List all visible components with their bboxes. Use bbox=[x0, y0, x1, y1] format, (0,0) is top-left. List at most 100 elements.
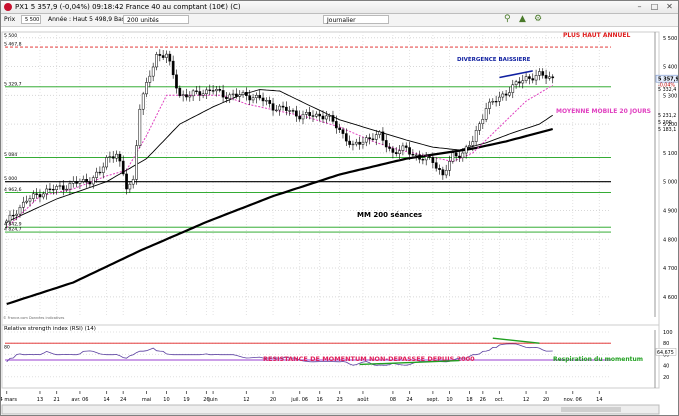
candle-body bbox=[268, 100, 272, 104]
candle-body bbox=[311, 115, 315, 117]
scrollbar-thumb[interactable] bbox=[561, 407, 621, 412]
candle-body bbox=[211, 90, 215, 92]
x-tick-label: 14 bbox=[103, 397, 109, 403]
candle-body bbox=[181, 94, 185, 97]
candle-body bbox=[548, 76, 551, 79]
candle-body bbox=[68, 183, 72, 190]
price-tick-label: 5 100 bbox=[663, 151, 677, 157]
close-icon[interactable]: ✕ bbox=[665, 2, 674, 11]
x-tick-label: 24 bbox=[120, 397, 126, 403]
x-tick-label: 14 bbox=[596, 397, 602, 403]
x-tick-label: 08 bbox=[390, 397, 396, 403]
candle-body bbox=[451, 152, 455, 162]
candle-body bbox=[508, 92, 511, 96]
candle-body bbox=[131, 179, 135, 185]
zoom-icon[interactable]: ⚲ bbox=[501, 15, 515, 24]
right-value-label: 5 200 bbox=[658, 120, 672, 126]
candle-body bbox=[354, 141, 358, 145]
price-tick-label: 5 500 bbox=[663, 36, 677, 42]
candle-body bbox=[138, 108, 142, 146]
candle-body bbox=[481, 119, 485, 125]
candle-body bbox=[208, 89, 212, 91]
price-tick-label: 4 800 bbox=[663, 237, 677, 243]
candle-body bbox=[494, 100, 498, 103]
candle-body bbox=[241, 91, 245, 95]
candle-body bbox=[45, 188, 48, 195]
window-title: PX1 5 357,9 (-0,04%) 09:18:42 France 40 … bbox=[15, 3, 241, 11]
candle-body bbox=[231, 93, 235, 96]
hline-label: 5 000 bbox=[4, 176, 17, 182]
candle-body bbox=[238, 94, 242, 97]
candle-body bbox=[394, 152, 398, 154]
hline-label: 5 329,7 bbox=[4, 81, 22, 87]
candle-body bbox=[384, 140, 388, 148]
candle-body bbox=[175, 74, 178, 89]
candle-body bbox=[344, 133, 348, 142]
candle-body bbox=[321, 115, 325, 120]
top-value-label: 5 500 bbox=[4, 33, 17, 39]
horizontal-scrollbar[interactable] bbox=[1, 404, 660, 415]
price-tick-label: 5 000 bbox=[663, 180, 677, 186]
candle-body bbox=[81, 179, 85, 182]
candle-body bbox=[71, 181, 75, 184]
candle-body bbox=[28, 198, 32, 202]
candle-body bbox=[301, 114, 305, 120]
x-tick-label: 24 mars bbox=[1, 397, 17, 403]
rsi-tick-label: 100 bbox=[663, 330, 673, 336]
candle-body bbox=[458, 155, 461, 158]
candle-body bbox=[521, 80, 525, 84]
units-select[interactable]: 200 unités bbox=[123, 15, 189, 24]
ma200-annotation: MM 200 séances bbox=[357, 211, 422, 219]
candle-body bbox=[281, 105, 285, 108]
candle-body bbox=[368, 137, 371, 140]
candle-body bbox=[165, 53, 168, 58]
candle-body bbox=[221, 90, 225, 98]
candle-body bbox=[218, 89, 222, 91]
candle-body bbox=[278, 105, 282, 111]
candle-body bbox=[408, 147, 411, 155]
candle-body bbox=[324, 115, 328, 120]
candle-body bbox=[358, 141, 361, 145]
candle-body bbox=[141, 93, 145, 110]
candle-body bbox=[111, 156, 115, 159]
candle-body bbox=[248, 95, 252, 101]
candle-body bbox=[461, 152, 465, 158]
candle-body bbox=[55, 186, 58, 190]
candle-body bbox=[168, 53, 172, 62]
annual-high-annotation: PLUS HAUT ANNUEL bbox=[563, 32, 630, 39]
candle-body bbox=[61, 185, 65, 190]
x-tick-label: 13 bbox=[37, 397, 43, 403]
x-tick-label: 10 bbox=[163, 397, 169, 403]
period-select[interactable]: Journalier bbox=[323, 15, 389, 24]
right-value-label: 5 183,1 bbox=[658, 127, 676, 133]
candle-body bbox=[464, 146, 468, 154]
minimize-icon[interactable]: – bbox=[635, 2, 644, 11]
candle-body bbox=[201, 93, 205, 96]
candle-body bbox=[18, 207, 22, 215]
ma20-annotation: MOYENNE MOBILE 20 JOURS bbox=[556, 108, 651, 115]
candle-body bbox=[21, 201, 25, 208]
price-tick-label: 4 700 bbox=[663, 266, 677, 272]
x-tick-label: sept. bbox=[427, 397, 440, 403]
candle-body bbox=[145, 82, 148, 95]
chart-tools-icon[interactable]: ▲ bbox=[516, 15, 530, 24]
window-controls: – □ ✕ bbox=[635, 2, 674, 11]
candle-body bbox=[125, 173, 128, 190]
candle-body bbox=[374, 134, 378, 140]
candle-body bbox=[265, 100, 268, 102]
chart-window: PX1 5 357,9 (-0,04%) 09:18:42 France 40 … bbox=[0, 0, 679, 416]
maximize-icon[interactable]: □ bbox=[650, 2, 659, 11]
candle-body bbox=[115, 153, 118, 159]
settings-icon[interactable]: ⚙ bbox=[531, 15, 545, 24]
candle-body bbox=[531, 78, 535, 81]
price-field[interactable]: 5 500 bbox=[21, 15, 41, 24]
candle-body bbox=[484, 108, 488, 120]
toolbar-label: Prix bbox=[4, 16, 16, 23]
candle-body bbox=[288, 110, 292, 112]
candle-body bbox=[118, 153, 122, 162]
x-tick-label: 26 bbox=[480, 397, 486, 403]
candle-body bbox=[11, 214, 15, 217]
candle-body bbox=[161, 55, 165, 58]
candle-body bbox=[328, 115, 331, 117]
candle-body bbox=[331, 115, 335, 122]
